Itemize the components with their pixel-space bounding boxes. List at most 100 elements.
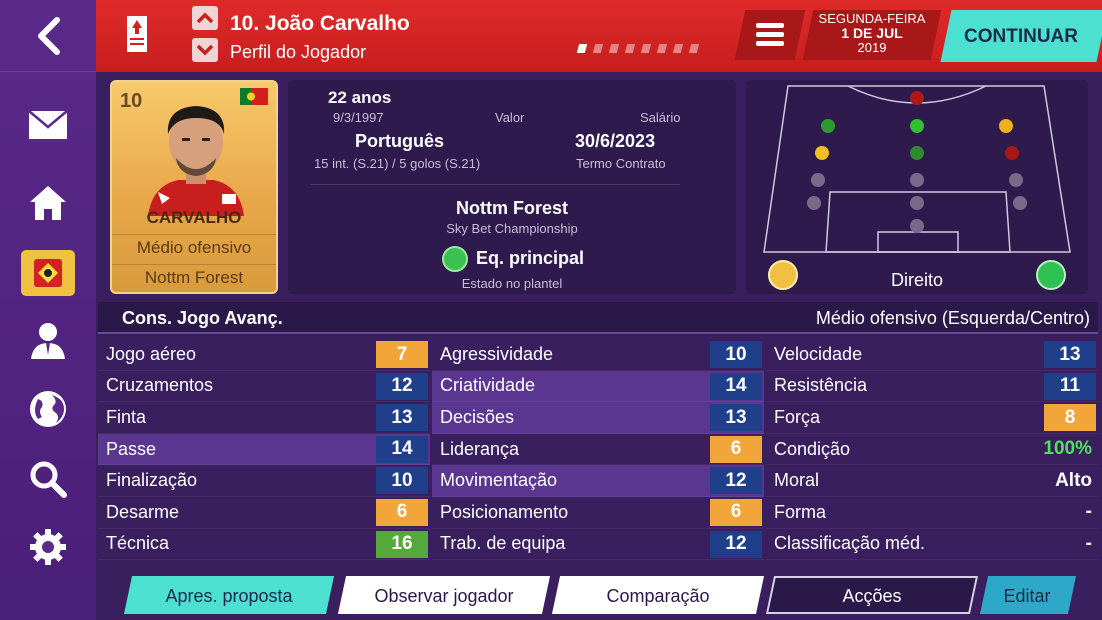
player-club: Nottm Forest (144, 268, 244, 287)
attribute-row[interactable]: Forma - (766, 497, 1098, 529)
position-title[interactable]: Médio ofensivo (Esquerda/Centro) (816, 308, 1090, 329)
page-dot (640, 44, 652, 53)
club-crest-icon (127, 16, 147, 52)
attribute-value: 12 (710, 467, 762, 495)
attribute-label: Trab. de equipa (440, 533, 566, 554)
attribute-row[interactable]: Passe 14 (98, 433, 430, 466)
sidebar-item-inbox[interactable] (0, 94, 96, 156)
globe-icon (30, 391, 66, 427)
back-button[interactable] (0, 0, 96, 72)
page-subtitle: Perfil do Jogador (230, 42, 367, 62)
date-year: 2019 (857, 40, 887, 56)
attribute-row[interactable]: Velocidade 13 (766, 339, 1098, 371)
positions-pitch-panel[interactable]: Direito (746, 80, 1088, 294)
attribute-row[interactable]: Finta 13 (98, 402, 430, 434)
player-portrait (148, 106, 244, 216)
attribute-label: Posicionamento (440, 501, 569, 522)
attribute-value: 13 (1044, 341, 1096, 368)
sidebar-item-people[interactable] (0, 310, 96, 372)
chevron-up-icon (196, 12, 214, 24)
actions-label: Acções (842, 586, 902, 606)
value-label: Valor (495, 110, 525, 125)
position-dots (807, 91, 1027, 233)
make-offer-label: Apres. proposta (165, 586, 293, 606)
search-icon (30, 461, 67, 498)
attribute-row[interactable]: Cruzamentos 12 (98, 371, 430, 403)
squad-status[interactable]: Eq. principal (476, 248, 584, 269)
chevron-left-icon (38, 16, 60, 55)
player-position: Médio ofensivo (136, 238, 252, 257)
attribute-row[interactable]: Jogo aéreo 7 (98, 339, 430, 371)
attribute-label: Decisões (440, 406, 515, 427)
club-badge (21, 250, 75, 296)
attribute-label: Moral (774, 470, 820, 491)
contract-label: Termo Contrato (576, 156, 666, 171)
attribute-row[interactable]: Classificação méd. - (766, 529, 1098, 561)
league-name[interactable]: Sky Bet Championship (288, 221, 736, 236)
attribute-value: 6 (376, 498, 428, 526)
menu-button[interactable] (734, 10, 806, 60)
attribute-value: 8 (1044, 404, 1096, 432)
attribute-row[interactable]: Finalização 10 (98, 465, 430, 497)
player-age: 22 anos (328, 88, 392, 107)
menu-icon (756, 23, 784, 46)
sidebar-item-world[interactable] (0, 378, 96, 440)
attribute-row[interactable]: Desarme 6 (98, 497, 430, 529)
page-dot (688, 44, 700, 53)
date-day: 1 DE JUL (841, 25, 903, 42)
attribute-label: Cruzamentos (106, 375, 214, 396)
sidebar-item-settings[interactable] (0, 516, 96, 578)
divider (310, 184, 680, 185)
attribute-row[interactable]: Trab. de equipa 12 (432, 529, 764, 561)
attribute-row[interactable]: Condição 100% (766, 434, 1098, 466)
attribute-value: 12 (376, 372, 428, 400)
attribute-value: 13 (710, 404, 762, 432)
attribute-label: Desarme (106, 501, 180, 522)
date-of-birth: 9/3/1997 (333, 110, 384, 125)
attribute-value: 10 (710, 341, 762, 368)
role-title[interactable]: Cons. Jogo Avanç. (122, 308, 283, 329)
attribute-value: 6 (710, 498, 762, 526)
page-dot (656, 44, 668, 53)
current-date: SEGUNDA-FEIRA 1 DE JUL 2019 (808, 11, 936, 56)
attribute-row[interactable]: Criatividade 14 (432, 370, 764, 403)
previous-player-button[interactable] (192, 6, 218, 30)
sidebar-item-club[interactable] (0, 242, 96, 304)
attribute-row[interactable]: Posicionamento 6 (432, 497, 764, 529)
attribute-label: Passe (106, 438, 157, 459)
scout-player-label: Observar jogador (374, 586, 514, 606)
attribute-value: 12 (710, 530, 762, 558)
attribute-row[interactable]: Liderança 6 (432, 434, 764, 466)
attribute-row[interactable]: Decisões 13 (432, 402, 764, 434)
attribute-label: Agressividade (440, 343, 554, 364)
sidebar (0, 0, 96, 620)
sidebar-item-home[interactable] (0, 172, 96, 234)
player-surname: CARVALHO (146, 208, 242, 227)
attribute-row[interactable]: Movimentação 12 (432, 465, 764, 497)
attribute-label: Forma (774, 501, 827, 522)
attribute-label: Resistência (774, 375, 868, 396)
page-dot (592, 44, 604, 53)
page-indicator[interactable] (576, 44, 700, 53)
attribute-label: Condição (774, 438, 851, 459)
attribute-row[interactable]: Moral Alto (766, 465, 1098, 497)
attribute-row[interactable]: Força 8 (766, 402, 1098, 434)
mental-attributes: Agressividade 10 Criatividade 14 Decisões 13 L… (432, 339, 764, 561)
attribute-label: Classificação méd. (774, 533, 926, 554)
attribute-row[interactable]: Técnica 16 (98, 529, 430, 561)
attribute-value: - (1085, 533, 1092, 555)
person-icon (31, 323, 65, 359)
right-foot-icon (1036, 260, 1066, 290)
club-name[interactable]: Nottm Forest (288, 198, 736, 219)
envelope-icon (28, 110, 68, 139)
attribute-value: 14 (710, 372, 762, 400)
sidebar-item-search[interactable] (0, 448, 96, 510)
attribute-row[interactable]: Resistência 11 (766, 371, 1098, 403)
attribute-label: Finta (106, 406, 147, 427)
attribute-row[interactable]: Agressividade 10 (432, 339, 764, 371)
next-player-button[interactable] (192, 38, 218, 62)
nationality[interactable]: Português (355, 131, 444, 152)
top-bar: 10. João Carvalho Perfil do Jogador SEGU… (96, 0, 1102, 72)
club-crest-icon (34, 259, 62, 287)
player-card: 10 CARVALHO Médio ofensivo Nottm Forest (110, 80, 278, 294)
